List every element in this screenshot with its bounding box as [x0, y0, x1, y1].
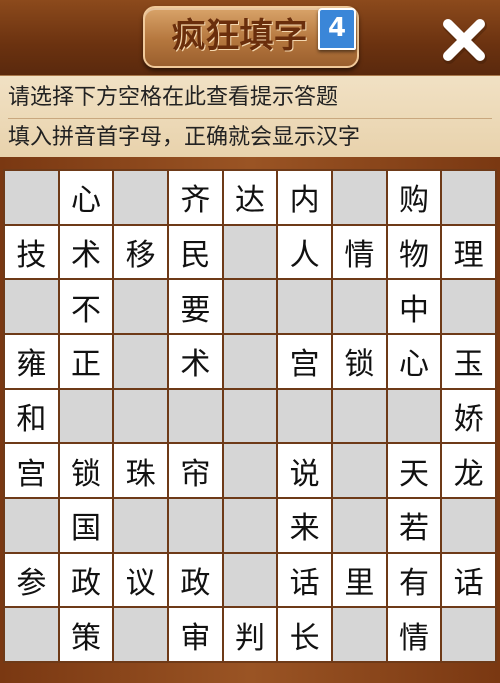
- title-plaque: 疯狂填字 4: [143, 6, 359, 68]
- grid-cell-empty[interactable]: [442, 280, 495, 333]
- grid-cell-empty[interactable]: [223, 280, 277, 333]
- game-screen: 疯狂填字 4 请选择下方空格在此查看提示答题 填入拼音首字母，正确就会显示汉字 …: [0, 0, 500, 683]
- hint-text-1: 请选择下方空格在此查看提示答题: [8, 78, 492, 119]
- grid-cell-filled[interactable]: 术: [169, 335, 222, 388]
- grid-cell-empty[interactable]: [278, 280, 331, 333]
- grid-cell-empty[interactable]: [223, 335, 277, 388]
- grid-cell-filled[interactable]: 心: [387, 335, 441, 388]
- grid-cell-filled[interactable]: 正: [59, 335, 113, 388]
- grid-cell-empty[interactable]: [333, 280, 386, 333]
- grid-cell-filled[interactable]: 若: [387, 499, 441, 552]
- grid-cell-filled[interactable]: 娇: [442, 389, 495, 443]
- grid-cell-filled[interactable]: 移: [114, 225, 167, 279]
- grid-cell-empty[interactable]: [59, 389, 113, 443]
- grid-cell-empty[interactable]: [442, 171, 495, 224]
- grid-cell-empty[interactable]: [114, 608, 167, 661]
- grid-cell-filled[interactable]: 帘: [169, 444, 222, 497]
- grid-cell-filled[interactable]: 珠: [114, 444, 167, 497]
- grid-cell-empty[interactable]: [169, 499, 222, 552]
- grid-cell-filled[interactable]: 术: [59, 225, 113, 279]
- grid-cell-empty[interactable]: [387, 389, 441, 443]
- grid-cell-empty[interactable]: [169, 389, 222, 443]
- grid-cell-empty[interactable]: [114, 389, 167, 443]
- grid-cell-filled[interactable]: 达: [223, 171, 277, 224]
- grid-cell-filled[interactable]: 议: [114, 553, 167, 607]
- grid-cell-filled[interactable]: 里: [333, 553, 386, 607]
- grid-cell-empty[interactable]: [223, 389, 277, 443]
- grid-cell-filled[interactable]: 宫: [5, 444, 58, 497]
- grid-cell-filled[interactable]: 说: [278, 444, 331, 497]
- close-button[interactable]: [436, 12, 492, 68]
- grid-cell-filled[interactable]: 和: [5, 389, 58, 443]
- grid-cell-empty[interactable]: [223, 444, 277, 497]
- grid-cell-empty[interactable]: [442, 608, 495, 661]
- grid-cell-filled[interactable]: 要: [169, 280, 222, 333]
- header-bar: 疯狂填字 4: [0, 0, 500, 75]
- grid-cell-filled[interactable]: 情: [333, 225, 386, 279]
- grid-cell-empty[interactable]: [114, 335, 167, 388]
- level-badge: 4: [318, 8, 356, 50]
- grid-cell-empty[interactable]: [442, 499, 495, 552]
- grid-cell-filled[interactable]: 长: [278, 608, 331, 661]
- grid-cell-filled[interactable]: 政: [169, 553, 222, 607]
- grid-cell-filled[interactable]: 宫: [278, 335, 331, 388]
- grid-cell-empty[interactable]: [333, 389, 386, 443]
- grid-cell-filled[interactable]: 判: [223, 608, 277, 661]
- grid-cell-empty[interactable]: [333, 444, 386, 497]
- hint-panel: 请选择下方空格在此查看提示答题 填入拼音首字母，正确就会显示汉字: [0, 75, 500, 159]
- grid-cell-filled[interactable]: 情: [387, 608, 441, 661]
- close-icon: [443, 19, 487, 64]
- grid-cell-filled[interactable]: 策: [59, 608, 113, 661]
- grid-cell-filled[interactable]: 审: [169, 608, 222, 661]
- grid-cell-empty[interactable]: [333, 499, 386, 552]
- grid-cell-filled[interactable]: 国: [59, 499, 113, 552]
- grid-cell-filled[interactable]: 不: [59, 280, 113, 333]
- grid-cell-filled[interactable]: 有: [387, 553, 441, 607]
- grid-cell-empty[interactable]: [5, 608, 58, 661]
- grid-cell-filled[interactable]: 玉: [442, 335, 495, 388]
- grid-cell-filled[interactable]: 锁: [333, 335, 386, 388]
- grid-cell-empty[interactable]: [278, 389, 331, 443]
- grid-cell-filled[interactable]: 锁: [59, 444, 113, 497]
- grid-cell-filled[interactable]: 物: [387, 225, 441, 279]
- grid-cell-filled[interactable]: 民: [169, 225, 222, 279]
- grid-cell-filled[interactable]: 雍: [5, 335, 58, 388]
- grid-cell-filled[interactable]: 购: [387, 171, 441, 224]
- hint-text-2: 填入拼音首字母，正确就会显示汉字: [8, 125, 361, 150]
- grid-cell-empty[interactable]: [333, 608, 386, 661]
- grid-cell-filled[interactable]: 参: [5, 553, 58, 607]
- grid-cell-empty[interactable]: [114, 499, 167, 552]
- grid-cell-empty[interactable]: [5, 280, 58, 333]
- grid-cell-filled[interactable]: 心: [59, 171, 113, 224]
- grid-cell-empty[interactable]: [5, 171, 58, 224]
- grid-cell-filled[interactable]: 人: [278, 225, 331, 279]
- grid-cell-filled[interactable]: 齐: [169, 171, 222, 224]
- game-title: 疯狂填字: [171, 16, 308, 56]
- grid-cell-filled[interactable]: 话: [278, 553, 331, 607]
- grid-cell-filled[interactable]: 天: [387, 444, 441, 497]
- grid-cell-empty[interactable]: [223, 225, 277, 279]
- grid-cell-filled[interactable]: 话: [442, 553, 495, 607]
- grid-cell-filled[interactable]: 来: [278, 499, 331, 552]
- grid-cell-empty[interactable]: [223, 499, 277, 552]
- grid-cell-empty[interactable]: [223, 553, 277, 607]
- grid-cell-filled[interactable]: 理: [442, 225, 495, 279]
- grid-cell-filled[interactable]: 龙: [442, 444, 495, 497]
- grid-cell-empty[interactable]: [5, 499, 58, 552]
- grid-cell-empty[interactable]: [114, 171, 167, 224]
- crossword-grid: 心齐达内购技术移民人情物理不要中雍正术宫锁心玉和娇宫锁珠帘说天龙国来若参政议政话…: [3, 169, 497, 663]
- grid-cell-filled[interactable]: 政: [59, 553, 113, 607]
- grid-cell-filled[interactable]: 内: [278, 171, 331, 224]
- grid-cell-empty[interactable]: [114, 280, 167, 333]
- grid-cell-filled[interactable]: 中: [387, 280, 441, 333]
- grid-cell-empty[interactable]: [333, 171, 386, 224]
- grid-cell-filled[interactable]: 技: [5, 225, 58, 279]
